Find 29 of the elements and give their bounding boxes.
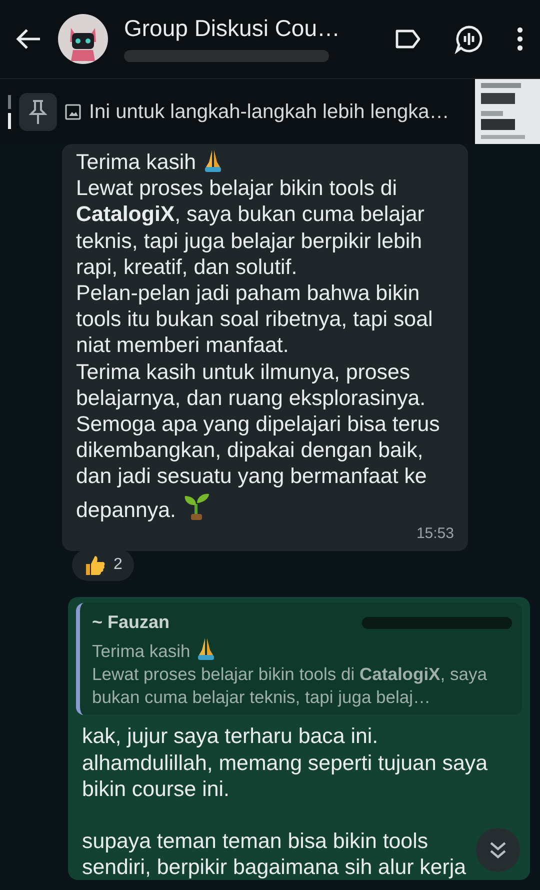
pinned-message-text[interactable]: Ini untuk langkah-langkah lebih lengka…: [89, 96, 475, 126]
quoted-message[interactable]: ~ Fauzan Terima kasih Lewat proses belajar bikin tools di CatalogiX, saya bukan cuma belajar teknis, tapi juga belaj…: [76, 603, 522, 716]
message-text: Semoga apa yang dipelajari bisa terus dikembangkan, dipakai dengan baik, dan jadi sesuatu yang bermanfaat ke depannya.: [76, 411, 441, 523]
menu-icon[interactable]: [516, 27, 524, 51]
thumbs-up-icon: [84, 554, 106, 576]
pin-icon[interactable]: [19, 92, 57, 130]
message-bubble[interactable]: [68, 597, 530, 880]
pin-indicator-icon: [8, 94, 11, 128]
double-chevron-down-icon: [489, 840, 507, 860]
message-text: Lewat proses belajar bikin tools di CatalogiX, saya bukan cuma belajar teknis, tapi juga belajar berpikir lebih rapi, kreatif, dan solutif.: [76, 175, 426, 280]
reaction-chip[interactable]: 2: [72, 549, 134, 582]
message-bubble[interactable]: [62, 144, 468, 552]
quote-text: Lewat proses belajar bikin tools di CatalogiX, saya bukan cuma belajar teknis, tapi juga belaj…: [92, 663, 488, 710]
back-arrow-icon[interactable]: [16, 28, 42, 50]
quote-author: ~ Fauzan: [92, 611, 170, 634]
reaction-count: 2: [114, 555, 122, 576]
message-text: alhamdulillah, memang seperti tujuan saya bikin course ini.: [82, 750, 488, 802]
image-icon: [65, 104, 81, 120]
chat-title[interactable]: Group Diskusi Cou…: [124, 16, 378, 42]
message-text: Terima kasih: [76, 148, 454, 176]
voice-chat-icon[interactable]: [454, 24, 484, 54]
message-text: supaya teman teman bisa bikin tools sendiri, berpikir bagaimana sih alur kerja: [82, 828, 468, 880]
message-time: 15:53: [416, 524, 454, 544]
message-text: kak, jujur saya terharu baca ini.: [82, 723, 380, 750]
message-text: Terima kasih untuk ilmunya, proses belajarnya, dan ruang eksplorasinya.: [76, 358, 427, 412]
quote-text: Terima kasih: [92, 636, 512, 664]
message-text: Pelan-pelan jadi paham bahwa bikin tools itu bukan soal ribetnya, tapi soal niat memberi manfaat.: [76, 280, 434, 359]
label-icon[interactable]: [394, 28, 422, 50]
group-avatar[interactable]: [58, 14, 108, 64]
